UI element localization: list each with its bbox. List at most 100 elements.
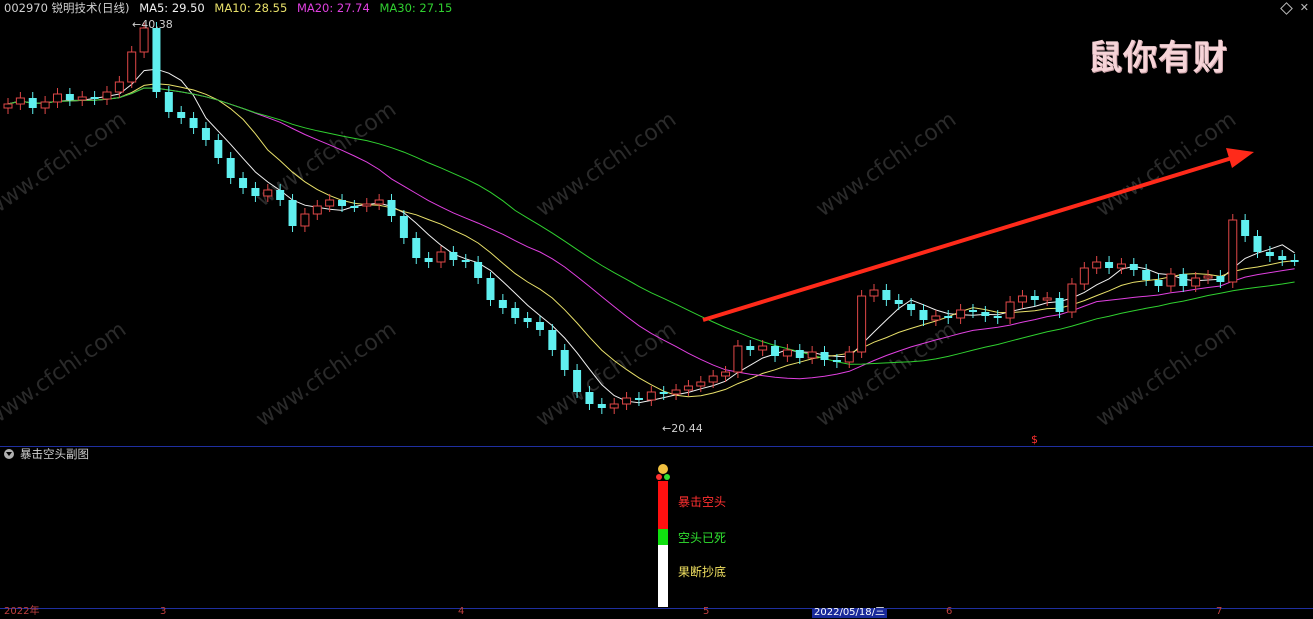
candle-body (622, 397, 632, 405)
candle-body (981, 312, 990, 316)
candle-body (1179, 274, 1188, 286)
candle-body (1042, 297, 1052, 301)
candle-body (671, 389, 681, 395)
candle-body (300, 213, 310, 227)
axis-label-apr: 4 (458, 606, 465, 617)
candle-body (65, 94, 74, 100)
candle-body (461, 260, 470, 262)
current-date-label: 2022/05/18/三 (812, 607, 888, 618)
candle-body (52, 93, 62, 103)
candle-body (1241, 220, 1250, 236)
candle-body (609, 403, 619, 409)
candle-body (350, 206, 359, 208)
axis-label-year: 2022年 (4, 606, 40, 617)
candle-body (721, 371, 731, 377)
candle-body (214, 140, 223, 158)
candle-body (15, 97, 25, 105)
candle-body (1166, 273, 1176, 287)
candle-body (90, 97, 99, 99)
legend-bear-dead: 空头已死 (678, 531, 727, 545)
buy-dip-bar (658, 545, 668, 607)
candle-body (1092, 261, 1102, 269)
signal-dot-icon (656, 474, 662, 480)
candle-body (746, 346, 755, 350)
candle-body (907, 304, 916, 310)
candle-body (127, 51, 137, 83)
candle-body (325, 199, 335, 207)
candle-body (239, 178, 248, 188)
candle-body (511, 308, 520, 318)
candle-body (312, 205, 322, 215)
candle-body (1079, 267, 1089, 285)
candle-body (498, 300, 507, 308)
candle-body (114, 81, 124, 93)
candle-body (646, 391, 656, 401)
candle-body (486, 278, 495, 300)
candle-body (523, 318, 532, 322)
candle-body (1253, 236, 1262, 252)
candle-body (189, 118, 198, 128)
candle-body (931, 315, 941, 321)
bear-strike-bar (658, 481, 668, 529)
sub-chart-panel[interactable]: 暴击空头副图 暴击空头 空头已死 果断抄底 (0, 447, 1313, 608)
candle-body (362, 203, 372, 207)
candle-body (771, 346, 780, 356)
candle-body (708, 375, 718, 383)
candle-body (374, 199, 384, 205)
candle-body (263, 189, 273, 197)
candle-body (1290, 260, 1299, 262)
candle-body (857, 295, 867, 353)
candle-body (338, 200, 347, 206)
candle-body (535, 322, 544, 330)
candle-body (782, 349, 792, 357)
candle-body (993, 316, 1002, 318)
candle-body (1017, 295, 1027, 303)
candle-body (597, 404, 606, 408)
time-axis: 2022年 3 4 5 2022/05/18/三 6 7 (0, 606, 1313, 619)
watermark-text: www.cfchi.com (0, 107, 131, 222)
legend-bear-strike: 暴击空头 (678, 495, 727, 509)
candle-body (28, 98, 37, 108)
candle-body (1067, 283, 1077, 313)
candle-body (1203, 275, 1213, 279)
candle-body (1228, 219, 1238, 283)
candlestick-chart: www.cfchi.com www.cfchi.com www.cfchi.com w… (0, 18, 1299, 446)
candle-body (919, 310, 928, 320)
axis-label-may: 5 (703, 606, 710, 617)
candle-body (102, 91, 112, 100)
candle-body (1105, 262, 1114, 268)
candle-body (1216, 276, 1225, 282)
watermark-text: www.cfchi.com (1092, 107, 1241, 222)
axis-label-jul: 7 (1216, 606, 1223, 617)
candle-body (758, 345, 768, 351)
candle-body (1142, 270, 1151, 280)
candle-body (152, 28, 161, 92)
watermark-text: www.cfchi.com (532, 107, 681, 222)
candle-body (1116, 263, 1126, 269)
main-chart-panel[interactable]: 002970 锐明技术(日线) MA5: 29.50 MA10: 28.55 M… (0, 0, 1313, 447)
candle-body (844, 351, 854, 363)
signal-marker: $ (1031, 433, 1038, 446)
signal-dot-icon (664, 474, 670, 480)
axis-label-jun: 6 (946, 606, 953, 617)
candle-body (882, 290, 891, 300)
candle-body (733, 345, 743, 373)
candle-body (548, 330, 557, 350)
candle-body (449, 252, 458, 260)
legend-buy-dip: 果断抄底 (678, 565, 727, 579)
candle-body (1005, 301, 1015, 319)
low-price-marker: ←20.44 (662, 422, 703, 435)
candle-body (399, 216, 408, 238)
watermark-text: www.cfchi.com (812, 107, 961, 222)
candle-body (560, 350, 569, 370)
candle-body (1154, 280, 1163, 286)
candle-body (40, 101, 50, 109)
candle-body (696, 381, 706, 387)
sub-indicator-chart (656, 464, 670, 607)
candle-body (1030, 296, 1039, 300)
candle-body (474, 262, 483, 278)
candle-body (659, 392, 668, 394)
watermark-text: www.cfchi.com (0, 317, 131, 432)
candle-body (412, 238, 421, 258)
candle-body (276, 190, 285, 200)
